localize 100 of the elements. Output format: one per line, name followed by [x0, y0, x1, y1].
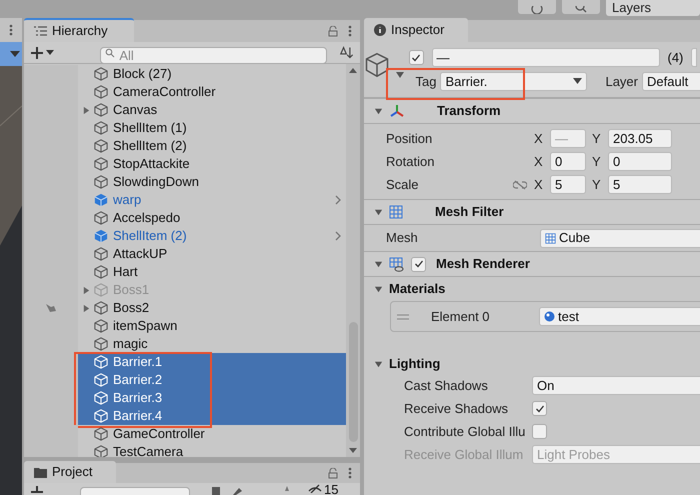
property-label: Scale — [386, 176, 420, 194]
hierarchy-item[interactable]: Barrier.4 — [24, 407, 346, 425]
grid-icon — [545, 232, 556, 244]
checkmark-icon — [411, 52, 421, 63]
field[interactable] — [691, 48, 698, 68]
project-tab[interactable]: Project — [24, 461, 116, 483]
hierarchy-item[interactable]: ShellItem (1) — [24, 119, 346, 137]
dropdown[interactable]: On — [532, 376, 700, 395]
component-header[interactable]: Mesh Filter — [364, 199, 700, 225]
layer-label: Layer — [605, 72, 638, 91]
material-field[interactable]: test — [539, 307, 700, 326]
cube-icon — [365, 52, 390, 78]
hidden-count[interactable]: 15 — [308, 483, 338, 495]
item-label: AttackUP — [113, 245, 168, 264]
item-label: Barrier.3 — [113, 389, 162, 408]
x-field[interactable]: 0 — [550, 152, 586, 171]
layers-dropdown[interactable]: Layers — [606, 0, 700, 16]
more-options-icon[interactable] — [348, 25, 352, 37]
property-label: Mesh — [386, 229, 419, 248]
lock-icon[interactable] — [328, 468, 338, 478]
sphere-icon — [544, 311, 555, 322]
hierarchy-item[interactable]: warp — [24, 191, 346, 209]
unlinked-chain-icon[interactable] — [513, 180, 527, 190]
search-button[interactable] — [562, 0, 600, 14]
hierarchy-item[interactable]: SlowdingDown — [24, 173, 346, 191]
hierarchy-item[interactable]: GameController — [24, 425, 346, 443]
expand-arrow-icon[interactable] — [82, 106, 90, 114]
tag-dropdown[interactable]: Barrier. — [440, 72, 588, 91]
hierarchy-item[interactable]: Barrier.3 — [24, 389, 346, 407]
checkmark-icon — [534, 404, 544, 414]
hierarchy-item[interactable]: AttackUP — [24, 245, 346, 263]
lock-icon[interactable] — [328, 26, 338, 36]
item-label: Hart — [113, 263, 138, 282]
more-options-icon[interactable] — [9, 24, 13, 36]
hierarchy-item[interactable]: StopAttackite — [24, 155, 346, 173]
component-title: Transform — [437, 102, 501, 120]
hierarchy-item[interactable]: Canvas — [24, 101, 346, 119]
property-label: Contribute Global Illu — [404, 422, 526, 441]
checkbox[interactable] — [408, 50, 424, 66]
axis-label: X — [534, 152, 544, 171]
history-icon — [531, 6, 543, 14]
hierarchy-item[interactable]: Barrier.1 — [24, 353, 346, 371]
checkbox[interactable] — [411, 256, 426, 272]
collapse-arrow-icon[interactable] — [396, 72, 404, 78]
dropdown-button[interactable] — [0, 42, 22, 66]
name-field[interactable]: — — [432, 48, 660, 68]
caret-icon — [10, 51, 20, 57]
hierarchy-item[interactable]: Accelspedo — [24, 209, 346, 227]
axis-label: Y — [592, 176, 602, 194]
chevron-right-icon[interactable] — [334, 195, 342, 205]
item-label: Boss2 — [113, 299, 150, 318]
hierarchy-item[interactable]: Boss2 — [24, 299, 346, 317]
axis-label: X — [534, 130, 544, 148]
collapse-arrow-icon[interactable] — [374, 106, 383, 116]
component-header[interactable]: Transform — [364, 98, 700, 124]
y-field[interactable]: 5 — [608, 175, 672, 194]
collapse-arrow-icon[interactable] — [374, 208, 383, 216]
sort-icon[interactable] — [339, 46, 354, 60]
hierarchy-item[interactable]: ShellItem (2) — [24, 227, 346, 245]
more-options-icon[interactable] — [348, 467, 352, 479]
inspector-tab[interactable]: Inspector — [364, 18, 468, 42]
checkbox[interactable] — [532, 401, 547, 416]
component-title: Mesh Filter — [435, 203, 504, 222]
hierarchy-item[interactable]: TestCamera — [24, 443, 346, 457]
hierarchy-item[interactable]: magic — [24, 335, 346, 353]
mesh-field[interactable]: Cube — [540, 228, 700, 248]
hierarchy-item[interactable]: ShellItem (2) — [24, 137, 346, 155]
info-icon — [374, 24, 386, 36]
hierarchy-item[interactable]: itemSpawn — [24, 317, 346, 335]
item-label: ShellItem (1) — [113, 119, 187, 138]
grid-eye-icon — [389, 256, 405, 272]
y-field[interactable]: 203.05 — [608, 129, 672, 148]
collapse-arrow-icon[interactable] — [374, 260, 383, 268]
item-label: magic — [113, 335, 148, 354]
hierarchy-tab[interactable]: Hierarchy — [24, 18, 134, 42]
scroll-up-icon[interactable] — [349, 68, 357, 73]
hierarchy-item[interactable]: CameraController — [24, 83, 346, 101]
collapse-arrow-icon[interactable] — [374, 360, 383, 368]
hierarchy-item[interactable]: Barrier.2 — [24, 371, 346, 389]
item-label: GameController — [113, 425, 205, 444]
hierarchy-item[interactable]: Hart — [24, 263, 346, 281]
search-field[interactable]: All — [100, 47, 328, 64]
item-label: itemSpawn — [113, 317, 178, 336]
expand-arrow-icon[interactable] — [82, 304, 90, 312]
scrollbar[interactable] — [346, 64, 360, 457]
item-label: TestCamera — [113, 443, 184, 457]
chevron-right-icon[interactable] — [334, 231, 342, 241]
component-title: Mesh Renderer — [436, 255, 530, 274]
search-icon — [575, 6, 587, 14]
y-field[interactable]: 0 — [608, 152, 672, 171]
collapse-arrow-icon[interactable] — [374, 284, 383, 294]
checkbox[interactable] — [532, 424, 547, 439]
history-button[interactable] — [518, 0, 556, 14]
x-field[interactable]: 5 — [550, 175, 586, 194]
scroll-down-icon[interactable] — [349, 448, 357, 453]
object-count: (4) — [668, 49, 684, 67]
component-header[interactable]: Mesh Renderer — [364, 251, 700, 277]
hierarchy-item[interactable]: Block (27) — [24, 65, 346, 83]
layer-dropdown[interactable]: Default — [642, 72, 700, 91]
drag-handle-icon[interactable] — [397, 314, 409, 320]
